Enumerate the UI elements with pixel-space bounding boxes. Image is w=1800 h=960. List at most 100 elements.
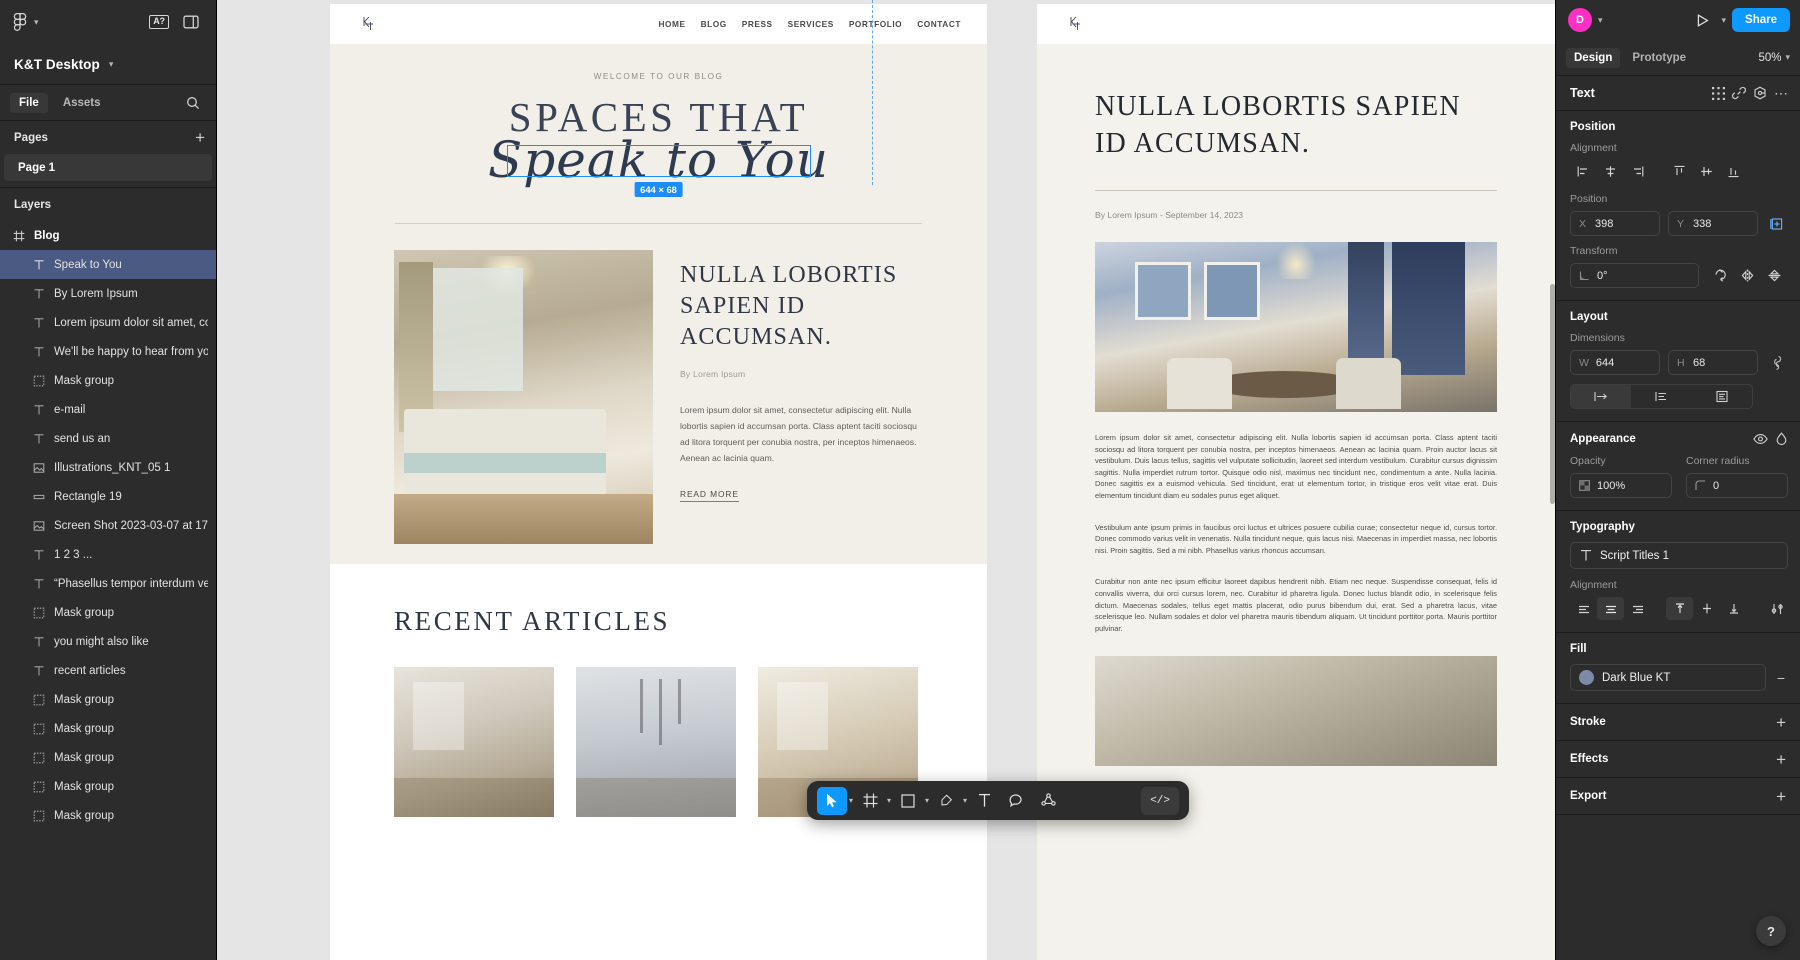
bottom-toolbar[interactable]: ▾ ▾ ▾ ▾ </> <box>807 781 1189 820</box>
add-export-icon[interactable]: + <box>1776 788 1786 805</box>
layer-item[interactable]: Speak to You <box>0 250 216 279</box>
text-valign-bottom-icon[interactable] <box>1720 597 1747 620</box>
remove-fill-icon[interactable]: − <box>1774 670 1788 686</box>
layers-list[interactable]: Blog Speak to You By Lorem Ipsum Lorem ipsu… <box>0 221 216 960</box>
layer-item[interactable]: Mask group <box>0 772 216 801</box>
layer-item[interactable]: Screen Shot 2023-03-07 at 17.43 <box>0 511 216 540</box>
pen-tool-button[interactable] <box>931 787 961 815</box>
search-icon[interactable] <box>180 90 206 116</box>
share-button[interactable]: Share <box>1732 8 1790 32</box>
dev-mode-button[interactable]: </> <box>1141 786 1179 815</box>
align-left-icon[interactable] <box>1570 160 1597 183</box>
add-stroke-icon[interactable]: + <box>1776 714 1786 731</box>
actions-tool-button[interactable] <box>1033 787 1063 815</box>
fixed-size-icon[interactable] <box>1692 385 1752 408</box>
text-align-right-icon[interactable] <box>1624 597 1651 620</box>
component-icon[interactable] <box>1712 86 1725 100</box>
width-input[interactable]: W 644 <box>1570 350 1660 375</box>
shape-tool-button[interactable] <box>893 787 923 815</box>
zoom-level[interactable]: 50% <box>1758 52 1781 64</box>
layer-item[interactable]: “Phasellus tempor interdum vestib <box>0 569 216 598</box>
canvas-viewport[interactable]: HOME BLOG PRESS SERVICES PORTFOLIO CONTACT WE… <box>217 0 1555 960</box>
text-style-selector[interactable]: Script Titles 1 <box>1570 542 1788 569</box>
layer-item[interactable]: Lorem ipsum dolor sit amet, cons <box>0 308 216 337</box>
article-second-image[interactable] <box>1095 656 1497 767</box>
auto-width-icon[interactable] <box>1571 385 1632 408</box>
absolute-position-icon[interactable] <box>1766 213 1788 235</box>
text-align-center-icon[interactable] <box>1597 597 1624 620</box>
site-nav-link[interactable]: BLOG <box>701 19 727 29</box>
recent-card-1[interactable] <box>394 667 554 817</box>
height-input[interactable]: H 68 <box>1668 350 1758 375</box>
layer-item[interactable]: Rectangle 19 <box>0 482 216 511</box>
tab-assets[interactable]: Assets <box>54 93 110 113</box>
rotate-90-icon[interactable] <box>1707 264 1734 287</box>
zoom-chevron-icon[interactable]: ▾ <box>1785 53 1790 62</box>
y-position-input[interactable]: Y 338 <box>1668 211 1758 236</box>
lock-aspect-ratio-icon[interactable] <box>1766 352 1788 374</box>
shape-tool-chevron-icon[interactable]: ▾ <box>925 796 929 805</box>
auto-height-icon[interactable] <box>1631 385 1691 408</box>
frame-tool-chevron-icon[interactable]: ▾ <box>887 796 891 805</box>
article-hero-image[interactable] <box>1095 242 1497 412</box>
layer-item[interactable]: send us an <box>0 424 216 453</box>
blend-mode-icon[interactable] <box>1775 432 1788 446</box>
move-tool-button[interactable] <box>817 786 847 815</box>
add-effect-icon[interactable]: + <box>1776 751 1786 768</box>
visibility-eye-icon[interactable] <box>1753 433 1768 445</box>
opacity-input[interactable]: 100% <box>1570 473 1672 498</box>
help-button[interactable]: ? <box>1756 916 1786 946</box>
corner-radius-input[interactable]: 0 <box>1686 473 1788 498</box>
x-position-input[interactable]: X 398 <box>1570 211 1660 236</box>
align-right-icon[interactable] <box>1624 160 1651 183</box>
flip-vertical-icon[interactable] <box>1761 264 1788 287</box>
layer-item[interactable]: Mask group <box>0 743 216 772</box>
align-bottom-icon[interactable] <box>1720 160 1747 183</box>
site-nav-link[interactable]: HOME <box>658 19 685 29</box>
align-center-h-icon[interactable] <box>1597 160 1624 183</box>
layer-item[interactable]: recent articles <box>0 656 216 685</box>
present-button[interactable] <box>1690 7 1716 33</box>
tab-design[interactable]: Design <box>1566 47 1621 68</box>
recent-card-2[interactable] <box>576 667 736 817</box>
layer-item[interactable]: Mask group <box>0 598 216 627</box>
layer-item[interactable]: Blog <box>0 221 216 250</box>
featured-article-image[interactable] <box>394 250 653 544</box>
tab-file[interactable]: File <box>10 92 48 113</box>
figma-logo-icon[interactable] <box>12 12 28 32</box>
link-icon[interactable] <box>1732 86 1746 100</box>
layer-item[interactable]: e-mail <box>0 395 216 424</box>
file-name-row[interactable]: K&T Desktop ▾ <box>0 44 216 84</box>
page-item-page-1[interactable]: Page 1 <box>4 154 212 181</box>
type-settings-icon[interactable] <box>1766 598 1788 620</box>
avatar[interactable]: D <box>1568 8 1592 32</box>
site-nav-link[interactable]: CONTACT <box>917 19 961 29</box>
text-valign-middle-icon[interactable] <box>1693 597 1720 620</box>
pen-tool-chevron-icon[interactable]: ▾ <box>963 796 967 805</box>
site-nav-link[interactable]: PRESS <box>742 19 773 29</box>
text-align-left-icon[interactable] <box>1570 597 1597 620</box>
layer-item[interactable]: Mask group <box>0 714 216 743</box>
present-chevron-icon[interactable]: ▾ <box>1722 15 1727 25</box>
move-tool-chevron-icon[interactable]: ▾ <box>849 796 853 805</box>
avatar-chevron-icon[interactable]: ▾ <box>1598 15 1603 25</box>
toggle-panels-icon[interactable] <box>178 9 204 35</box>
layer-item[interactable]: you might also like <box>0 627 216 656</box>
file-menu-chevron-icon[interactable]: ▾ <box>109 59 114 69</box>
layer-item[interactable]: We'll be happy to hear from you! <box>0 337 216 366</box>
text-tool-button[interactable] <box>969 787 999 815</box>
site-nav-link[interactable]: PORTFOLIO <box>849 19 902 29</box>
layer-item[interactable]: By Lorem Ipsum <box>0 279 216 308</box>
tab-prototype[interactable]: Prototype <box>1624 48 1694 68</box>
align-top-icon[interactable] <box>1666 160 1693 183</box>
layer-item[interactable]: Mask group <box>0 801 216 830</box>
text-valign-top-icon[interactable] <box>1666 597 1693 620</box>
more-options-icon[interactable]: ⋯ <box>1774 86 1788 100</box>
align-center-v-icon[interactable] <box>1693 160 1720 183</box>
main-menu-chevron-icon[interactable]: ▾ <box>34 17 39 27</box>
layer-item[interactable]: Illustrations_KNT_05 1 <box>0 453 216 482</box>
comment-tool-button[interactable] <box>1001 787 1031 815</box>
site-nav-links[interactable]: HOME BLOG PRESS SERVICES PORTFOLIO CONTACT <box>658 19 961 29</box>
add-page-icon[interactable]: + <box>195 129 205 146</box>
rotation-input[interactable]: 0° <box>1570 263 1699 288</box>
